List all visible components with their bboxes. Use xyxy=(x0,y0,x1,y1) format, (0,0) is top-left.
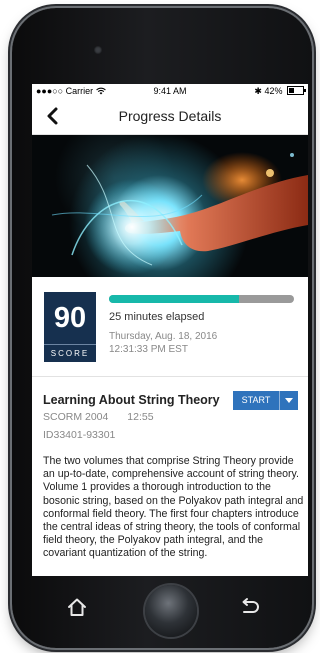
course-title: Learning About String Theory xyxy=(43,393,220,407)
hardware-home-button[interactable] xyxy=(145,585,197,637)
front-camera xyxy=(94,46,102,54)
progress-bar xyxy=(109,295,294,303)
status-bar: ●●●○○ Carrier 9:41 AM ✱ 42% xyxy=(32,84,308,98)
elapsed-time: 25 minutes elapsed xyxy=(109,311,205,323)
score-badge: 90 SCORE xyxy=(44,292,96,362)
section-divider xyxy=(32,376,308,377)
course-format: SCORM 2004 xyxy=(43,411,109,423)
attempt-timestamp: Thursday, Aug. 18, 2016 12:31:33 PM EST xyxy=(109,330,217,356)
attempt-date: Thursday, Aug. 18, 2016 xyxy=(109,331,218,342)
hero-image xyxy=(32,135,308,277)
return-icon[interactable] xyxy=(238,597,260,617)
home-icon[interactable] xyxy=(66,596,88,618)
progress-fill xyxy=(109,295,239,303)
battery-icon xyxy=(287,86,306,95)
course-description: The two volumes that comprise String The… xyxy=(43,455,304,560)
start-dropdown-chevron-icon[interactable] xyxy=(280,391,298,410)
course-meta: SCORM 2004 12:55 xyxy=(43,411,154,423)
bluetooth-icon: ✱ xyxy=(254,86,262,96)
course-duration: 12:55 xyxy=(127,411,154,423)
hand-light-illustration xyxy=(51,152,308,275)
status-right: ✱ 42% xyxy=(254,86,306,97)
page-title: Progress Details xyxy=(118,108,222,124)
start-button[interactable]: START xyxy=(233,391,280,410)
start-button-group: START xyxy=(233,391,298,410)
attempt-time: 12:31:33 PM EST xyxy=(109,344,188,355)
battery-percent: 42% xyxy=(264,86,283,96)
navigation-bar: Progress Details xyxy=(32,98,308,135)
course-id: ID33401-93301 xyxy=(43,429,116,441)
score-label: SCORE xyxy=(44,344,96,358)
score-value: 90 xyxy=(53,302,87,334)
app-screen: ●●●○○ Carrier 9:41 AM ✱ 42% Progress Det… xyxy=(32,84,308,576)
